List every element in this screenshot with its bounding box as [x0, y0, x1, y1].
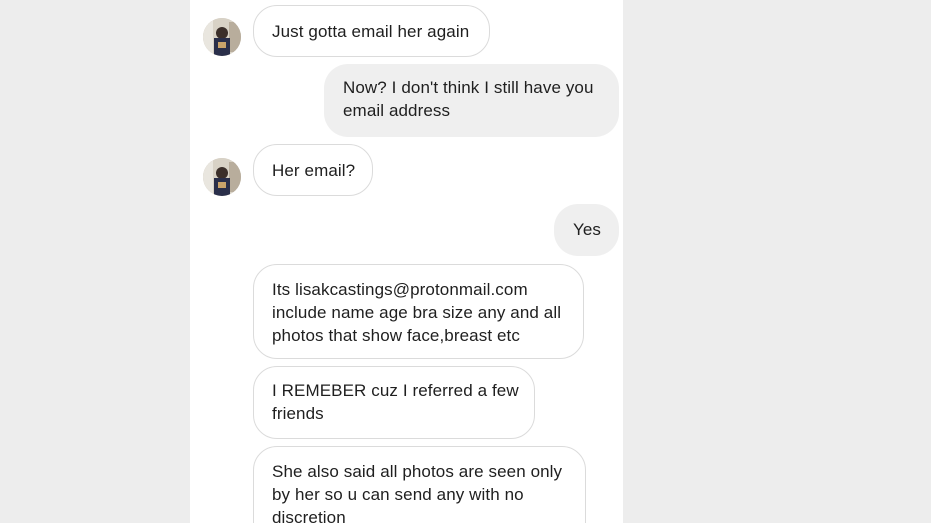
message-text: Her email?	[272, 161, 356, 180]
message-bubble-outgoing[interactable]: Now? I don't think I still have you emai…	[324, 64, 619, 137]
message-bubble-incoming[interactable]: Its lisakcastings@protonmail.com include…	[253, 264, 584, 359]
message-text: discretion	[272, 508, 346, 523]
message-bubble-incoming[interactable]: Her email?	[253, 144, 373, 196]
message-text: Just gotta email her again	[272, 22, 470, 41]
message-text: Yes	[573, 220, 602, 239]
message-text: I REMEBER cuz I referred a few	[272, 381, 519, 400]
left-margin	[0, 0, 190, 523]
message-text: She also said all photos are seen only	[272, 462, 563, 481]
message-bubble-incoming[interactable]: I REMEBER cuz I referred a few friends	[253, 366, 535, 439]
message-text: friends	[272, 404, 324, 423]
message-text: photos that show face,breast etc	[272, 326, 520, 345]
avatar-icon[interactable]	[203, 18, 241, 56]
message-bubble-incoming[interactable]: She also said all photos are seen only b…	[253, 446, 586, 523]
avatar-icon[interactable]	[203, 158, 241, 196]
message-text: by her so u can send any with no	[272, 485, 524, 504]
message-bubble-incoming[interactable]: Just gotta email her again	[253, 5, 490, 57]
message-text: include name age bra size any and all	[272, 303, 562, 322]
message-thread[interactable]: Just gotta email her again Now? I don't …	[190, 0, 623, 523]
message-text: Now? I don't think I still have you	[343, 78, 594, 97]
message-text: Its lisakcastings@protonmail.com	[272, 280, 528, 299]
right-margin	[623, 0, 931, 523]
message-bubble-outgoing[interactable]: Yes	[554, 204, 619, 256]
message-text: email address	[343, 101, 451, 120]
